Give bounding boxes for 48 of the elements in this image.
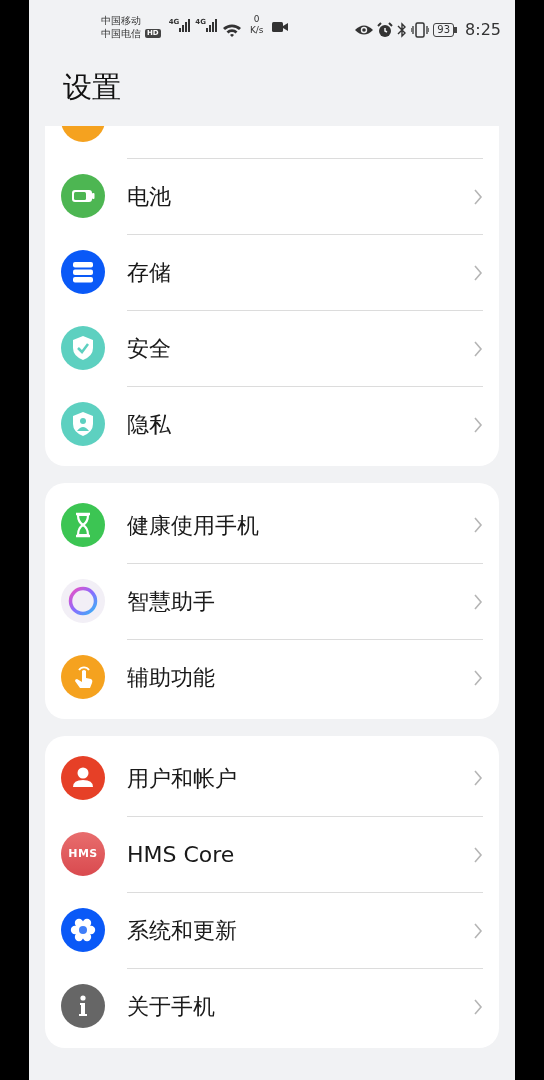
- settings-item[interactable]: HMS HMS Core: [45, 816, 499, 892]
- settings-item[interactable]: 关于手机: [45, 968, 499, 1044]
- hms-icon: HMS: [61, 832, 105, 876]
- chevron-icon: [473, 264, 483, 281]
- battery-tip-icon: [454, 27, 458, 33]
- alarm-icon: [377, 22, 394, 38]
- chevron-icon: [473, 846, 483, 863]
- user-icon: [61, 756, 105, 800]
- info-icon: [61, 984, 105, 1028]
- bluetooth-icon: [397, 22, 408, 38]
- signal-icon: [179, 18, 192, 32]
- battery-icon: [61, 174, 105, 218]
- settings-item[interactable]: 电池: [45, 158, 499, 234]
- wifi-icon: [221, 22, 242, 38]
- carrier-name: 中国电信: [101, 27, 141, 40]
- settings-item[interactable]: 用户和帐户: [45, 740, 499, 816]
- hand-icon: [61, 655, 105, 699]
- chevron-icon: [473, 340, 483, 357]
- chevron-icon: [473, 593, 483, 610]
- chevron-icon: [473, 922, 483, 939]
- chevron-icon: [473, 517, 483, 533]
- settings-item[interactable]: 智慧助手: [45, 563, 499, 639]
- chevron-icon: [473, 416, 483, 433]
- speed-unit: K/s: [249, 25, 264, 36]
- settings-item[interactable]: 辅助功能: [45, 639, 499, 715]
- page-title: 设置: [62, 69, 122, 106]
- network-speed: 0: [252, 14, 261, 25]
- settings-item[interactable]: 存储: [45, 234, 499, 310]
- chevron-icon: [473, 770, 483, 786]
- storage-icon: [61, 250, 105, 294]
- chevron-icon: [473, 188, 483, 205]
- chevron-icon: [473, 669, 483, 686]
- video-camera-icon: [271, 22, 288, 32]
- eye-icon: [355, 24, 374, 36]
- clock: 8:25: [465, 19, 501, 41]
- settings-item[interactable]: 安全: [45, 310, 499, 386]
- signal-icon: [205, 18, 218, 32]
- settings-item[interactable]: 系统和更新: [45, 892, 499, 968]
- carrier-name: 中国移动: [101, 14, 141, 27]
- chevron-icon: [473, 998, 483, 1015]
- gear-icon: [61, 908, 105, 952]
- ring-icon: [61, 579, 105, 623]
- vibrate-icon: [411, 22, 430, 38]
- shield-check-icon: [61, 326, 105, 370]
- shield-person-icon: [61, 402, 105, 446]
- hourglass-icon: [61, 503, 105, 547]
- settings-item[interactable]: 健康使用手机: [45, 487, 499, 563]
- settings-item[interactable]: 隐私: [45, 386, 499, 462]
